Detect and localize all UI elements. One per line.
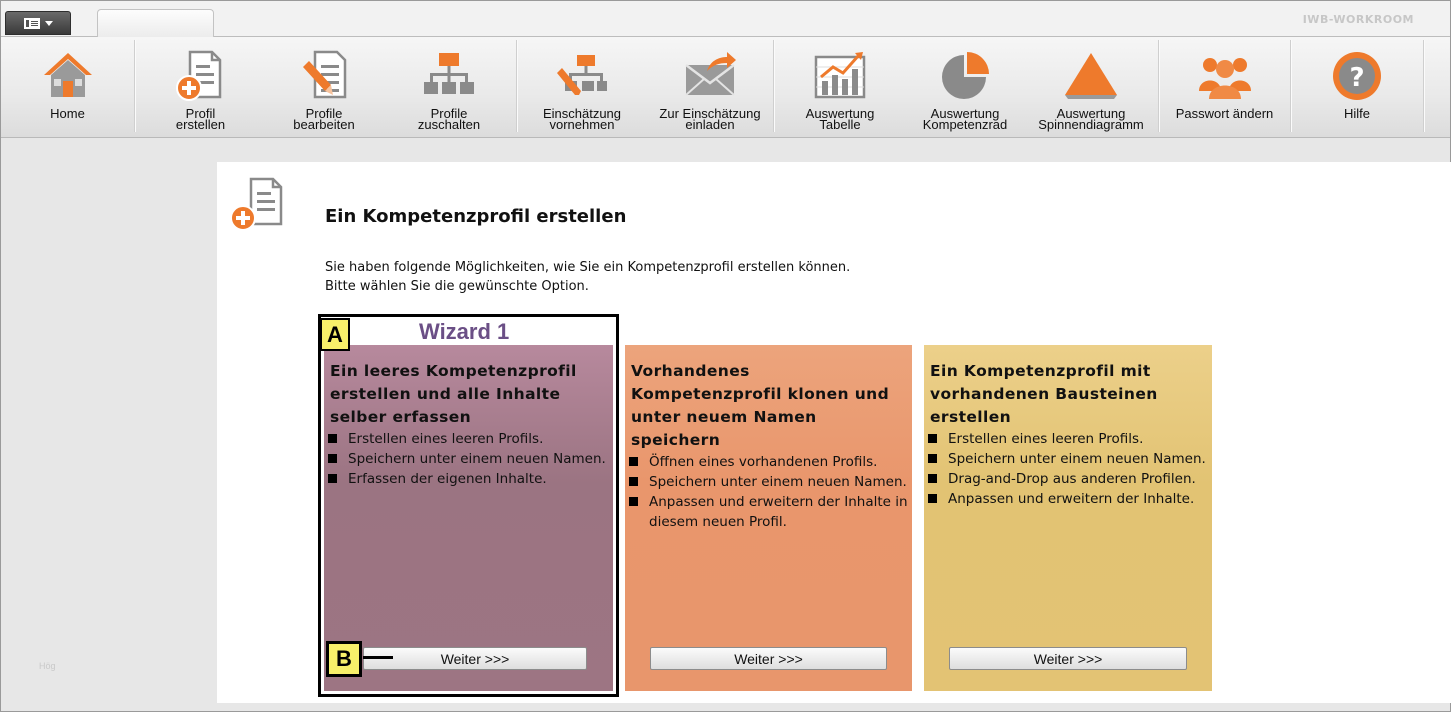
toolbar-label: Home <box>50 106 85 121</box>
toolbar-passwort-aendern[interactable]: Passwort ändern <box>1159 37 1290 137</box>
svg-text:?: ? <box>1349 63 1364 93</box>
toolbar-label: Auswertung Tabelle <box>805 106 875 132</box>
page-title: Ein Kompetenzprofil erstellen <box>325 206 627 227</box>
toolbar-label: Zur Einschätzung einladen <box>659 106 761 132</box>
toolbar-auswertung-spinnendiagramm[interactable]: Auswertung Spinnendiagramm <box>1024 37 1158 137</box>
intro-line: Sie haben folgende Möglichkeiten, wie Si… <box>325 260 851 275</box>
toolbar-profile-bearbeiten[interactable]: Profile bearbeiten <box>266 37 382 137</box>
weiter-button-3[interactable]: Weiter >>> <box>949 647 1187 670</box>
top-strip: IWB-WORKROOM <box>1 1 1450 37</box>
toolbar-label: Profile zuschalten <box>417 106 481 132</box>
option-card-building-blocks: Ein Kompetenzprofil mit vorhandenen Baus… <box>924 345 1212 691</box>
bar-chart-icon <box>813 49 867 103</box>
list-item: Speichern unter einem neuen Namen. <box>926 449 1208 469</box>
toolbar-label: Auswertung Kompetenzrad <box>922 106 1008 132</box>
option-card-clone-profile: Vorhandenes Kompetenzprofil klonen und u… <box>625 345 912 691</box>
app-menu-button[interactable] <box>5 11 71 35</box>
triangle-chart-icon <box>1064 49 1118 103</box>
menu-icon <box>23 17 40 29</box>
tab-blank[interactable] <box>97 9 214 37</box>
mail-invite-icon <box>683 49 737 103</box>
list-item: Öffnen eines vorhandenen Profils. <box>627 452 908 472</box>
toolbar-auswertung-tabelle[interactable]: Auswertung Tabelle <box>774 37 906 137</box>
hierarchy-icon <box>422 49 476 103</box>
annotation-tag-b: B <box>326 641 362 677</box>
toolbar-label: Auswertung Spinnendiagramm <box>1038 106 1144 132</box>
wizard-label: Wizard 1 <box>419 319 510 344</box>
toolbar-label: Profile bearbeiten <box>293 106 355 132</box>
intro-text: Sie haben folgende Möglichkeiten, wie Si… <box>325 258 1025 296</box>
toolbar-separator <box>1423 40 1424 132</box>
intro-line: Bitte wählen Sie die gewünschte Option. <box>325 279 589 294</box>
help-icon: ? <box>1330 49 1384 103</box>
toolbar-label: Einschätzung vornehmen <box>542 106 622 132</box>
toolbar-label: Profil erstellen <box>175 106 226 132</box>
toolbar-label: Passwort ändern <box>1175 106 1274 121</box>
pie-chart-icon <box>938 49 992 103</box>
home-icon <box>41 49 95 103</box>
list-item: Anpassen und erweitern der Inhalte in di… <box>627 492 908 532</box>
profile-add-icon <box>174 49 228 103</box>
toolbar-hilfe[interactable]: ? Hilfe <box>1291 37 1423 137</box>
card-heading: Vorhandenes Kompetenzprofil klonen und u… <box>631 362 890 449</box>
weiter-button-2[interactable]: Weiter >>> <box>650 647 887 670</box>
profile-edit-icon <box>297 49 351 103</box>
main-toolbar: Home Profil erstellen Profile bearbeiten… <box>1 37 1450 138</box>
annotation-tag-a: A <box>320 318 350 351</box>
list-item: Speichern unter einem neuen Namen. <box>627 472 908 492</box>
toolbar-zur-einschaetzung-einladen[interactable]: Zur Einschätzung einladen <box>647 37 773 137</box>
assessment-icon <box>555 49 609 103</box>
toolbar-einschaetzung-vornehmen[interactable]: Einschätzung vornehmen <box>517 37 647 137</box>
side-note: Hög <box>39 661 56 671</box>
users-icon <box>1198 49 1252 103</box>
list-item: Drag-and-Drop aus anderen Profilen. <box>926 469 1208 489</box>
wizard-highlight-frame <box>318 314 619 697</box>
profile-add-icon <box>229 176 287 232</box>
annotation-pointer-line <box>363 656 393 659</box>
toolbar-home[interactable]: Home <box>1 37 134 137</box>
toolbar-profil-erstellen[interactable]: Profil erstellen <box>135 37 266 137</box>
toolbar-profile-zuschalten[interactable]: Profile zuschalten <box>382 37 516 137</box>
toolbar-label: Hilfe <box>1343 106 1370 121</box>
chevron-down-icon <box>44 20 53 26</box>
list-item: Erstellen eines leeren Profils. <box>926 429 1208 449</box>
card-heading: Ein Kompetenzprofil mit vorhandenen Baus… <box>930 362 1158 426</box>
card-bullet-list: Öffnen eines vorhandenen Profils. Speich… <box>625 452 912 532</box>
list-item: Anpassen und erweitern der Inhalte. <box>926 489 1208 509</box>
brand-label: IWB-WORKROOM <box>1302 13 1414 26</box>
toolbar-auswertung-kompetenzrad[interactable]: Auswertung Kompetenzrad <box>906 37 1024 137</box>
card-bullet-list: Erstellen eines leeren Profils. Speicher… <box>924 429 1212 509</box>
